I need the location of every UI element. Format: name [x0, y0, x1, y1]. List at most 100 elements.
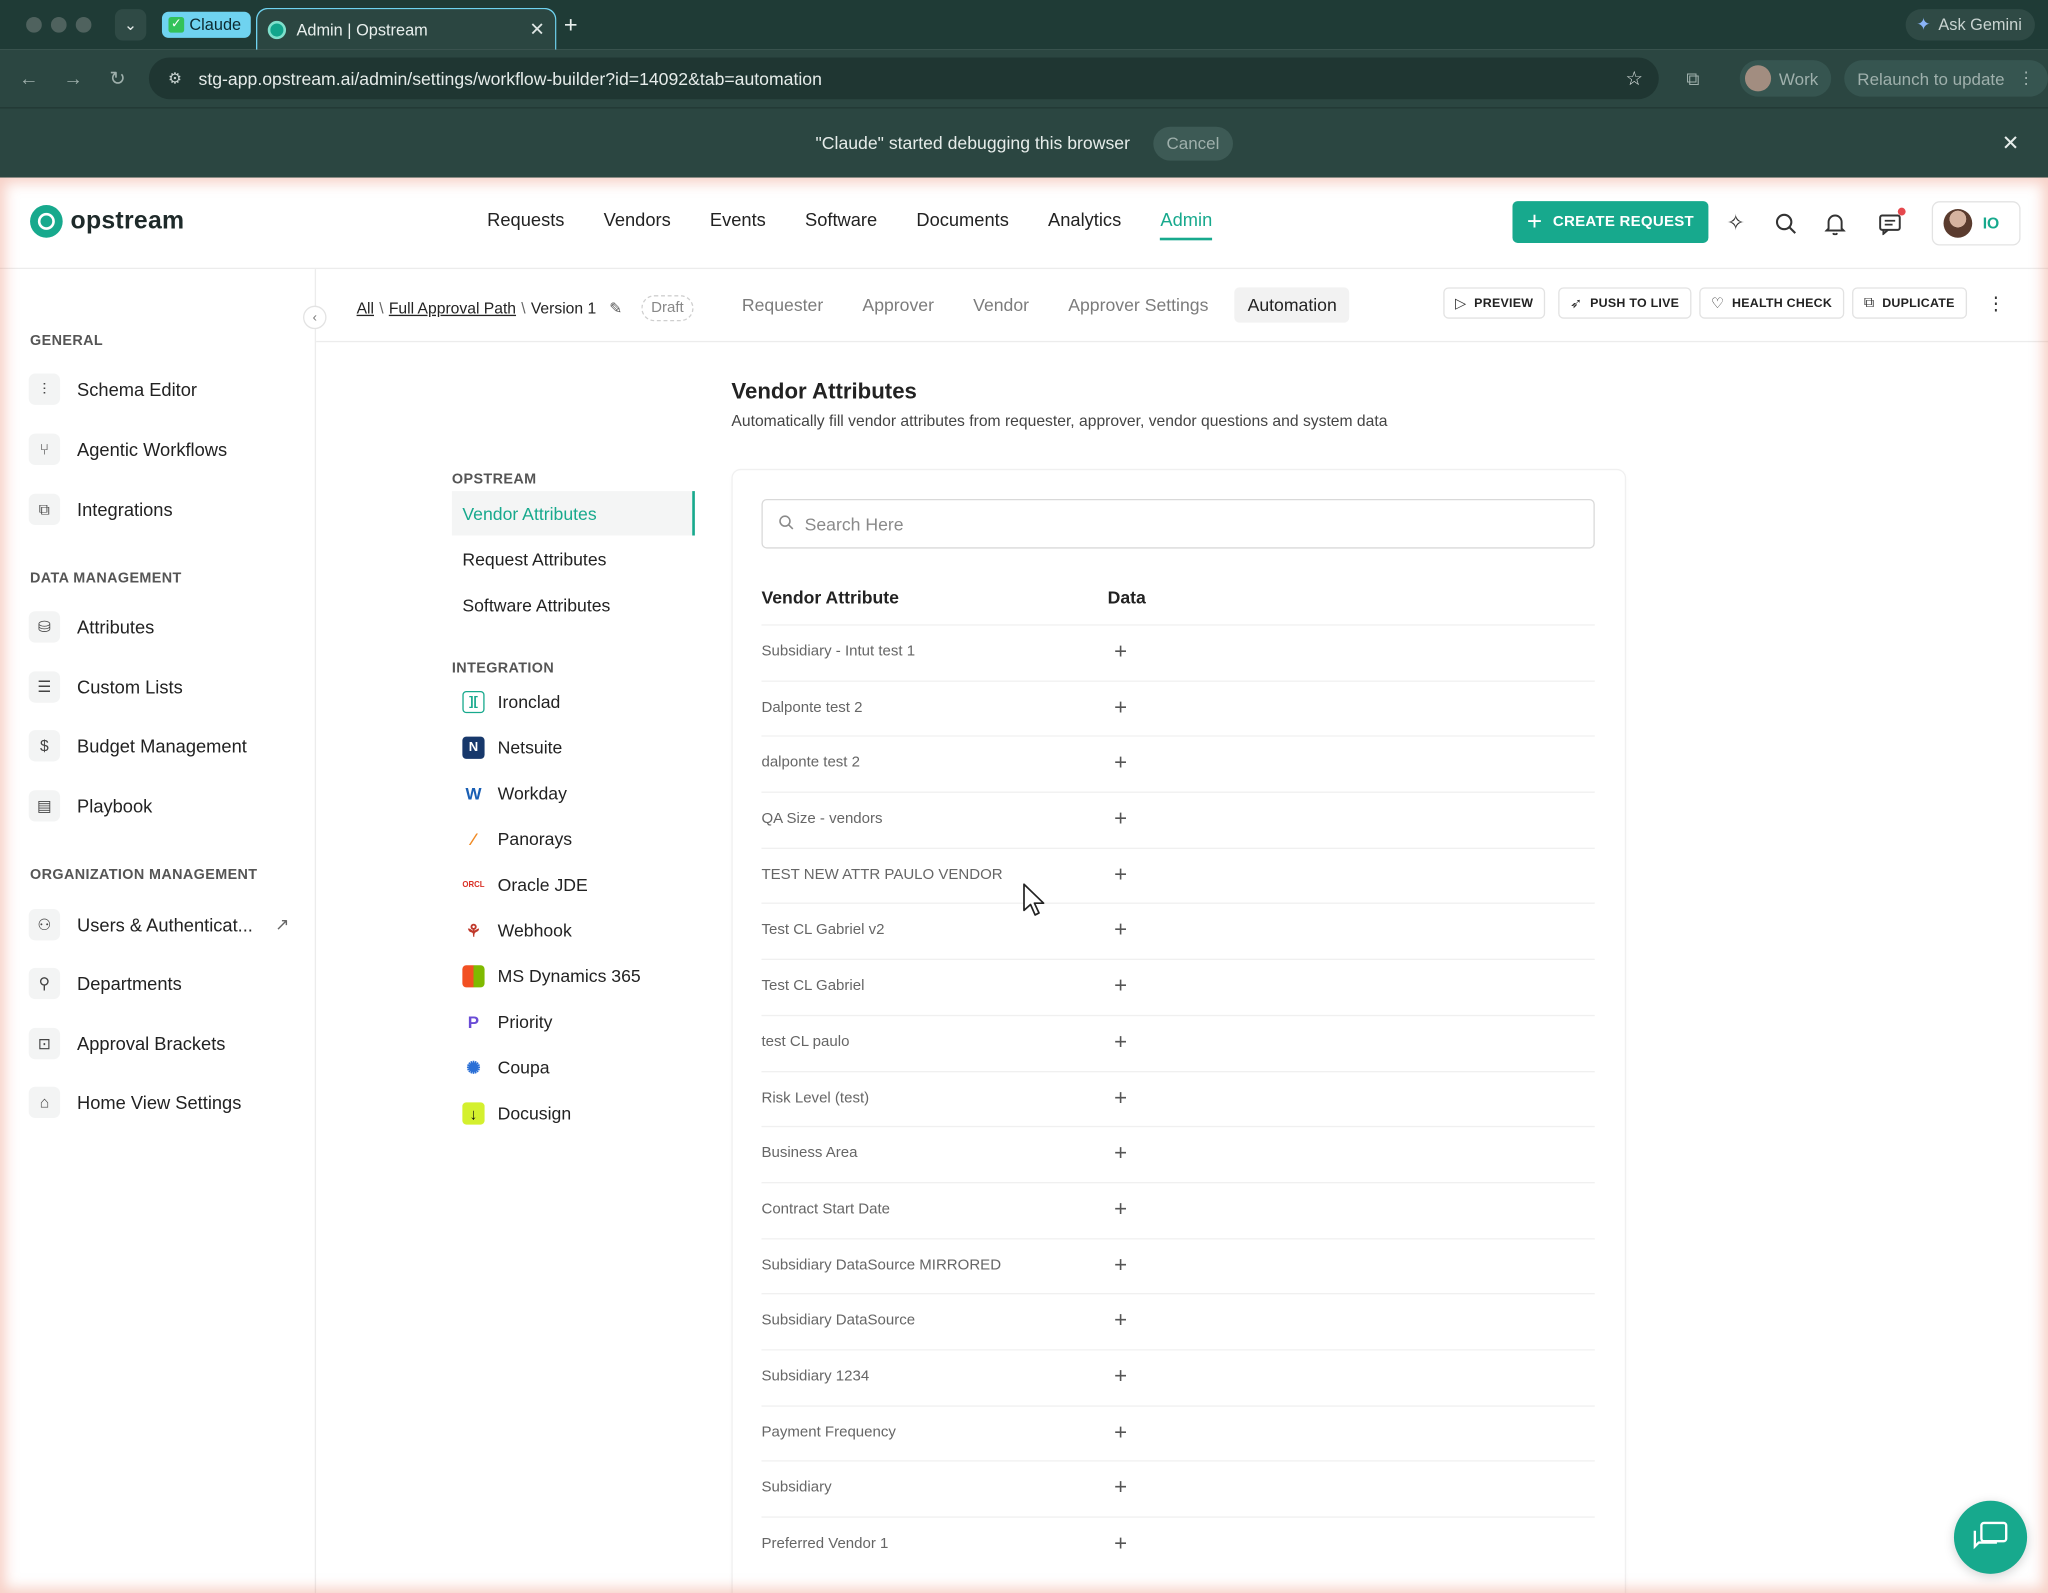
integration-webhook[interactable]: ⚘ Webhook [462, 919, 572, 942]
nav-analytics[interactable]: Analytics [1048, 209, 1121, 240]
tab-requester[interactable]: Requester [729, 287, 836, 322]
add-mapping-plus-icon[interactable]: + [1114, 1419, 1127, 1445]
sidebar-item-custom-lists[interactable]: ☰ Custom Lists [28, 671, 303, 703]
claude-tab-group-chip[interactable]: ✓ Claude [161, 11, 251, 38]
site-settings-icon[interactable]: ⚙ [165, 68, 186, 89]
browser-toolbar: ← → ↻ ⚙ stg-app.opstream.ai/admin/settin… [0, 49, 2048, 108]
messages-icon[interactable] [1876, 207, 1906, 238]
nav-software[interactable]: Software [805, 209, 877, 240]
sidebar-item-attributes[interactable]: ⛁ Attributes [28, 611, 303, 643]
nav-events[interactable]: Events [710, 209, 766, 240]
add-mapping-plus-icon[interactable]: + [1114, 1531, 1127, 1557]
bell-icon[interactable] [1821, 209, 1850, 238]
chat-support-button[interactable] [1953, 1500, 2028, 1574]
integration-coupa[interactable]: ✺ Coupa [462, 1056, 550, 1079]
user-menu[interactable]: IO [1931, 201, 2021, 246]
extensions-puzzle-icon[interactable]: ⧉ [1680, 65, 1706, 91]
ask-gemini-button[interactable]: ✦ Ask Gemini [1905, 9, 2035, 41]
forward-arrow-icon[interactable]: → [60, 65, 86, 91]
attribute-name: Risk Level (test) [761, 1089, 870, 1106]
collapse-sidebar-chevron-icon[interactable]: ‹ [303, 305, 327, 330]
nav-vendors[interactable]: Vendors [604, 209, 671, 240]
add-mapping-plus-icon[interactable]: + [1114, 1085, 1127, 1111]
add-mapping-plus-icon[interactable]: + [1114, 639, 1127, 665]
create-request-button[interactable]: + CREATE REQUEST [1512, 201, 1709, 243]
breadcrumb-workflow[interactable]: Full Approval Path [389, 299, 516, 317]
search-box[interactable] [761, 498, 1595, 549]
external-link-icon[interactable]: ↗ [275, 914, 289, 935]
integration-netsuite[interactable]: N Netsuite [462, 736, 562, 759]
sidebar-item-playbook[interactable]: ▤ Playbook [28, 790, 303, 822]
opstream-logo[interactable]: opstream [30, 205, 184, 238]
table-row: TEST NEW ATTR PAULO VENDOR + [761, 847, 1595, 903]
tab-approver[interactable]: Approver [849, 287, 947, 322]
integration-priority[interactable]: P Priority [462, 1010, 553, 1034]
attribute-name: Subsidiary DataSource [761, 1312, 916, 1329]
sidebar-item-schema-editor[interactable]: ⫶ Schema Editor [28, 373, 303, 405]
sidebar-item-home-view-settings[interactable]: ⌂ Home View Settings [28, 1086, 303, 1119]
table-row: Payment Frequency + [761, 1404, 1595, 1461]
bookmark-star-icon[interactable]: ☆ [1626, 67, 1644, 90]
inner-nav-request-attributes[interactable]: Request Attributes [452, 537, 695, 581]
add-mapping-plus-icon[interactable]: + [1114, 1475, 1127, 1501]
tab-close-icon[interactable]: ✕ [529, 18, 544, 40]
add-mapping-plus-icon[interactable]: + [1114, 750, 1127, 776]
preview-button[interactable]: ▷ PREVIEW [1443, 287, 1545, 319]
profile-button[interactable]: Work [1739, 60, 1832, 97]
add-mapping-plus-icon[interactable]: + [1114, 1364, 1127, 1390]
integration-workday[interactable]: W Workday [462, 782, 567, 805]
add-mapping-plus-icon[interactable]: + [1114, 973, 1127, 999]
add-mapping-plus-icon[interactable]: + [1114, 862, 1127, 888]
duplicate-button[interactable]: ⧉ DUPLICATE [1852, 287, 1967, 319]
integration-docusign[interactable]: ↓ Docusign [462, 1102, 571, 1125]
push-to-live-button[interactable]: ➶ PUSH TO LIVE [1558, 287, 1691, 319]
window-minimize-control[interactable] [50, 16, 67, 33]
add-mapping-plus-icon[interactable]: + [1114, 1308, 1127, 1334]
sidebar-item-agentic-workflows[interactable]: ⑂ Agentic Workflows [28, 433, 303, 465]
window-zoom-control[interactable] [75, 16, 92, 33]
active-browser-tab[interactable]: Admin | Opstream ✕ [255, 7, 557, 50]
health-check-button[interactable]: ♡ HEALTH CHECK [1699, 287, 1844, 319]
tab-vendor[interactable]: Vendor [960, 287, 1042, 322]
search-input[interactable] [804, 513, 1536, 534]
nav-requests[interactable]: Requests [487, 209, 564, 240]
window-close-control[interactable] [26, 16, 42, 33]
tab-approver-settings[interactable]: Approver Settings [1055, 287, 1221, 322]
new-tab-button[interactable]: + [556, 10, 585, 39]
sidebar-item-departments[interactable]: ⚲ Departments [28, 967, 303, 1000]
breadcrumb-all[interactable]: All [357, 299, 374, 317]
ai-sparkle-icon[interactable]: ✧ [1721, 209, 1750, 238]
sidebar-item-approval-brackets[interactable]: ⊡ Approval Brackets [28, 1027, 303, 1060]
add-mapping-plus-icon[interactable]: + [1114, 1196, 1127, 1222]
add-mapping-plus-icon[interactable]: + [1114, 694, 1127, 720]
column-header-data: Data [1107, 587, 1146, 608]
integration-ironclad[interactable]: ][ Ironclad [462, 690, 560, 714]
nav-documents[interactable]: Documents [916, 209, 1008, 240]
relaunch-button[interactable]: Relaunch to update ⋮ [1844, 60, 2048, 97]
integration-panorays[interactable]: ⁄ Panorays [462, 828, 572, 851]
inner-nav-software-attributes[interactable]: Software Attributes [452, 583, 695, 627]
inner-nav-vendor-attributes[interactable]: Vendor Attributes [451, 491, 695, 536]
add-mapping-plus-icon[interactable]: + [1114, 806, 1127, 832]
add-mapping-plus-icon[interactable]: + [1114, 1140, 1127, 1166]
url-text: stg-app.opstream.ai/admin/settings/workf… [198, 68, 822, 89]
tab-search-chevron-icon[interactable]: ⌄ [114, 9, 147, 41]
add-mapping-plus-icon[interactable]: + [1114, 917, 1127, 943]
sidebar-item-budget-management[interactable]: $ Budget Management [28, 730, 303, 762]
integration-oracle-jde[interactable]: ORCL Oracle JDE [462, 873, 588, 896]
search-icon[interactable] [1771, 209, 1800, 238]
add-mapping-plus-icon[interactable]: + [1114, 1029, 1127, 1055]
more-options-icon[interactable]: ⋮ [1983, 287, 2009, 318]
integration-ms-dynamics[interactable]: MS Dynamics 365 [462, 965, 641, 988]
address-bar[interactable]: ⚙ stg-app.opstream.ai/admin/settings/wor… [148, 57, 1659, 100]
add-mapping-plus-icon[interactable]: + [1114, 1252, 1127, 1278]
sidebar-item-users-authentication[interactable]: ⚇ Users & Authenticat... ↗ [28, 909, 303, 941]
nav-admin[interactable]: Admin [1160, 209, 1213, 241]
close-icon[interactable]: ✕ [2002, 131, 2020, 157]
debug-cancel-button[interactable]: Cancel [1153, 126, 1233, 160]
sidebar-item-integrations[interactable]: ⧉ Integrations [28, 493, 303, 526]
edit-pencil-icon[interactable]: ✎ [609, 299, 622, 317]
back-arrow-icon[interactable]: ← [16, 65, 42, 91]
tab-automation[interactable]: Automation [1234, 287, 1350, 323]
reload-icon[interactable]: ↻ [104, 65, 130, 91]
